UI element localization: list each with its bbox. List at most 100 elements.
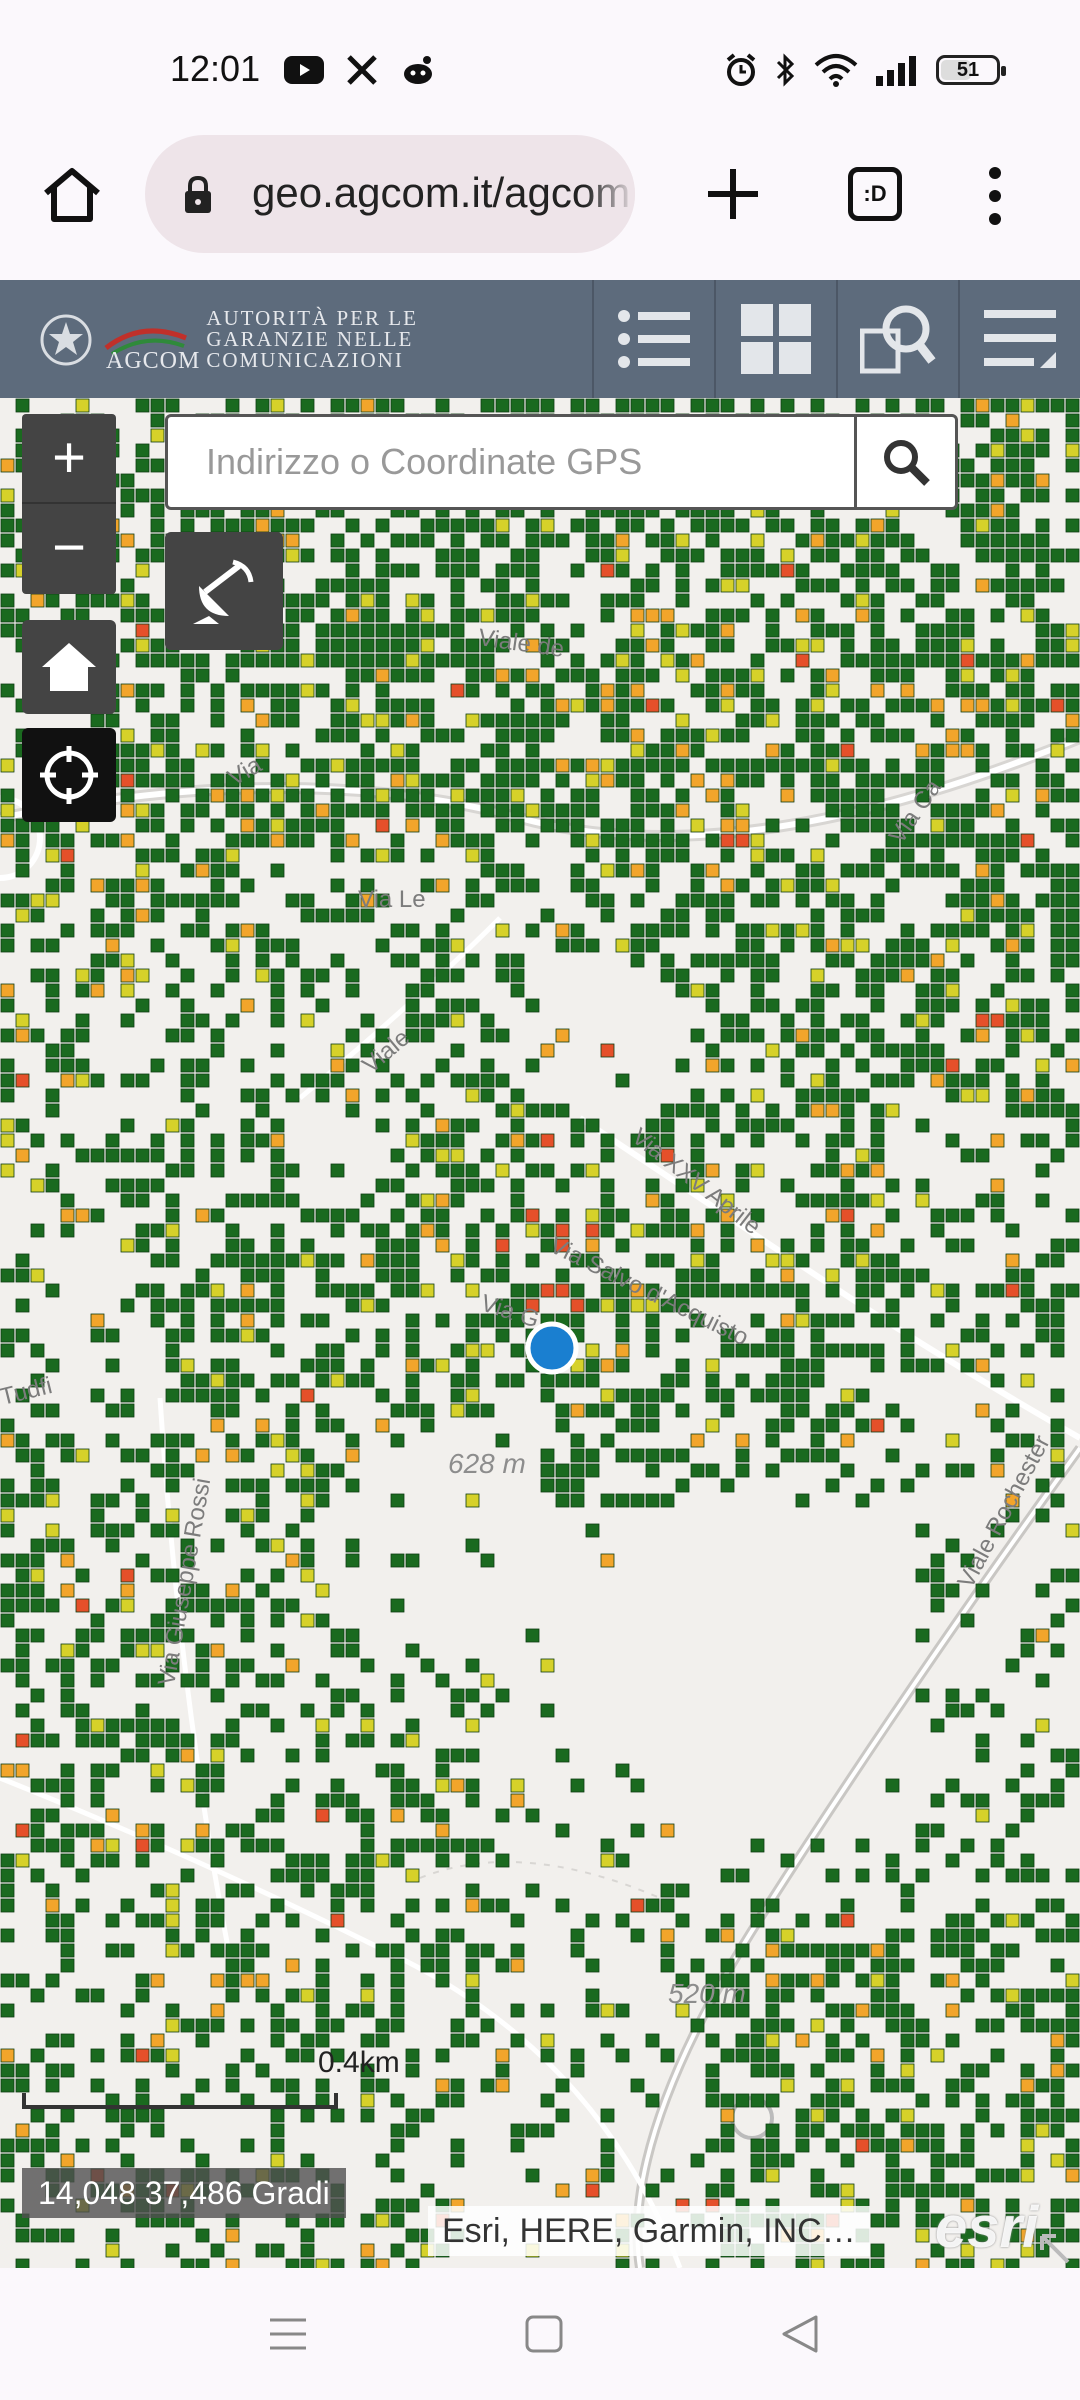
coverage-cell: [135, 563, 150, 578]
coverage-cell: [480, 743, 495, 758]
coverage-cell: [510, 608, 525, 623]
coverage-cell: [660, 1223, 675, 1238]
coverage-cell: [795, 1388, 810, 1403]
back-icon[interactable]: [780, 2314, 820, 2354]
coverage-cell: [450, 1253, 465, 1268]
coverage-cell: [120, 1403, 135, 1418]
coverage-cell: [120, 878, 135, 893]
attribution[interactable]: Esri, HERE, Garmin, INC…: [428, 2206, 870, 2256]
coverage-cell: [60, 1643, 75, 1658]
tab-switcher-button[interactable]: :D: [848, 167, 902, 221]
coverage-cell: [165, 743, 180, 758]
coverage-cell: [330, 803, 345, 818]
coverage-cell: [645, 1403, 660, 1418]
coverage-cell: [1005, 773, 1020, 788]
legend-button[interactable]: [592, 280, 714, 398]
coverage-cell: [405, 1838, 420, 1853]
coverage-cell: [450, 908, 465, 923]
coverage-cell: [390, 623, 405, 638]
coverage-cell: [930, 2048, 945, 2063]
query-button[interactable]: [836, 280, 958, 398]
coverage-cell: [150, 1253, 165, 1268]
coverage-cell: [240, 923, 255, 938]
default-extent-button[interactable]: [22, 620, 116, 714]
coverage-cell: [630, 653, 645, 668]
coverage-cell: [195, 1373, 210, 1388]
coverage-cell: [630, 398, 645, 413]
coverage-cell: [195, 1283, 210, 1298]
zoom-out-button[interactable]: −: [22, 504, 116, 592]
coverage-cell: [555, 533, 570, 548]
coverage-cell: [285, 698, 300, 713]
coverage-cell: [690, 1283, 705, 1298]
coverage-cell: [825, 1478, 840, 1493]
current-location-marker[interactable]: [524, 1320, 580, 1376]
coverage-cell: [570, 938, 585, 953]
coverage-cell: [270, 2018, 285, 2033]
coverage-cell: [330, 1703, 345, 1718]
more-menu-icon[interactable]: [980, 165, 1010, 227]
coverage-cell: [585, 533, 600, 548]
coverage-cell: [180, 803, 195, 818]
coverage-cell: [555, 1478, 570, 1493]
new-tab-icon[interactable]: [700, 161, 766, 227]
coverage-cell: [645, 608, 660, 623]
basemap-toggle-button[interactable]: [165, 532, 283, 650]
coverage-cell: [420, 788, 435, 803]
coverage-cell: [525, 1163, 540, 1178]
coverage-cell: [165, 1718, 180, 1733]
coverage-cell: [930, 1358, 945, 1373]
coverage-cell: [990, 1943, 1005, 1958]
coverage-cell: [900, 2138, 915, 2153]
coverage-cell: [1005, 668, 1020, 683]
coverage-cell: [825, 1913, 840, 1928]
coverage-cell: [165, 1388, 180, 1403]
coverage-cell: [600, 773, 615, 788]
url-bar[interactable]: geo.agcom.it/agcom: [145, 135, 635, 253]
coverage-cell: [510, 1958, 525, 1973]
recent-apps-icon[interactable]: [268, 2314, 308, 2354]
main-menu-button[interactable]: [958, 280, 1080, 398]
coverage-cell: [420, 1808, 435, 1823]
coverage-cell: [540, 533, 555, 548]
locate-button[interactable]: [22, 728, 116, 822]
coverage-cell: [975, 1088, 990, 1103]
zoom-in-button[interactable]: +: [22, 414, 116, 502]
coverage-cell: [735, 578, 750, 593]
coverage-cell: [60, 833, 75, 848]
coverage-cell: [345, 1283, 360, 1298]
coverage-cell: [945, 2093, 960, 2108]
coverage-cell: [15, 1658, 30, 1673]
coverage-cell: [900, 1928, 915, 1943]
coverage-cell: [510, 1088, 525, 1103]
coverage-cell: [465, 1343, 480, 1358]
coverage-cell: [510, 1373, 525, 1388]
resize-handle-icon[interactable]: [1038, 2232, 1072, 2266]
coverage-cell: [945, 1433, 960, 1448]
coverage-map[interactable]: 628 m 520 m Viale de Via Ca Via Le Viale…: [0, 398, 1080, 2268]
coverage-cell: [765, 1118, 780, 1133]
coverage-cell: [750, 1343, 765, 1358]
coverage-cell: [195, 1388, 210, 1403]
coverage-cell: [330, 2258, 345, 2268]
search-input[interactable]: [168, 417, 858, 507]
coverage-cell: [450, 533, 465, 548]
coverage-cell: [495, 968, 510, 983]
coverage-cell: [930, 1928, 945, 1943]
agcom-logo[interactable]: AGCOM AUTORITÀ PER LE GARANZIE NELLE COM…: [38, 304, 418, 375]
coverage-cell: [30, 1823, 45, 1838]
coverage-cell: [270, 1043, 285, 1058]
coverage-cell: [300, 548, 315, 563]
coverage-cell: [120, 533, 135, 548]
browser-home-icon[interactable]: [40, 163, 104, 227]
coverage-cell: [120, 2258, 135, 2268]
coverage-cell: [165, 2063, 180, 2078]
coverage-cell: [1020, 2123, 1035, 2138]
coverage-cell: [855, 563, 870, 578]
search-button[interactable]: [854, 417, 955, 507]
coverage-cell: [330, 1898, 345, 1913]
layers-button[interactable]: [714, 280, 836, 398]
coverage-cell: [450, 2033, 465, 2048]
home-icon[interactable]: [524, 2314, 564, 2354]
coverage-cell: [375, 548, 390, 563]
